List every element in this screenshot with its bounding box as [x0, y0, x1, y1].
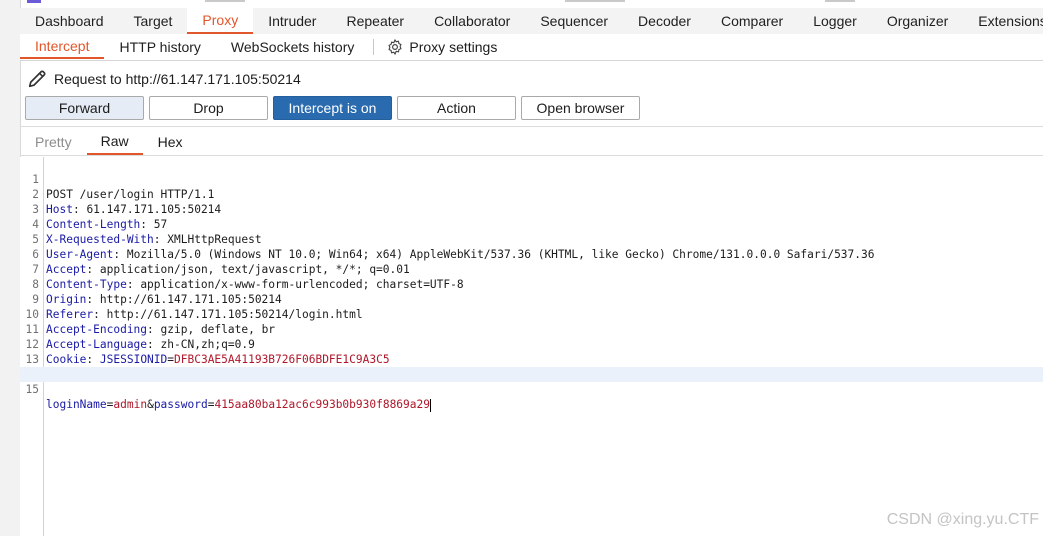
intercept-toggle-button[interactable]: Intercept is on: [273, 96, 392, 120]
param-name: password: [153, 398, 208, 411]
header-line: 11 Accept-Language: zh-CN,zh;q=0.9: [20, 307, 1043, 351]
pencil-icon: [28, 70, 46, 88]
tab-repeater[interactable]: Repeater: [331, 8, 419, 34]
tab-comparer[interactable]: Comparer: [706, 8, 798, 34]
open-browser-button[interactable]: Open browser: [521, 96, 640, 120]
text-caret: [430, 398, 431, 412]
proxy-settings-button[interactable]: Proxy settings: [380, 38, 503, 56]
param-value: admin: [113, 398, 148, 411]
tab-dashboard[interactable]: Dashboard: [20, 8, 119, 34]
request-target: Request to http://61.147.171.105:50214: [54, 71, 301, 87]
tab-sequencer[interactable]: Sequencer: [525, 8, 623, 34]
tab-collaborator[interactable]: Collaborator: [419, 8, 525, 34]
tab-organizer[interactable]: Organizer: [872, 8, 963, 34]
view-tab-pretty[interactable]: Pretty: [20, 131, 87, 155]
subtab-websockets-history[interactable]: WebSockets history: [216, 35, 369, 59]
body-line: 15 loginName=admin&password=415aa80ba12a…: [20, 367, 1043, 412]
param-value: 415aa80ba12ac6c993b0b930f8869a29: [214, 398, 430, 411]
drop-button[interactable]: Drop: [149, 96, 268, 120]
subtab-intercept[interactable]: Intercept: [20, 35, 105, 59]
tab-decoder[interactable]: Decoder: [623, 8, 706, 34]
tab-target[interactable]: Target: [119, 8, 188, 34]
tab-logger[interactable]: Logger: [798, 8, 872, 34]
view-tab-hex[interactable]: Hex: [143, 131, 198, 155]
forward-button[interactable]: Forward: [25, 96, 144, 120]
header-line: 13 Connection: close: [20, 337, 1043, 381]
header-line: 4 X-Requested-With: XMLHttpRequest: [20, 202, 1043, 246]
line-number: 15: [25, 383, 39, 396]
proxy-sub-tab-bar: Intercept HTTP history WebSockets histor…: [20, 34, 1043, 61]
header-line: 3 Content-Length: 57: [20, 187, 1043, 231]
view-tabs-divider: [20, 155, 1043, 156]
blank-line: 14: [20, 352, 1043, 381]
app-icon: [27, 0, 41, 3]
cropped-top-strip: [45, 0, 1043, 3]
header-line: 12 Cookie: JSESSIONID=DFBC3AE5A41193B726…: [20, 322, 1043, 366]
header-line: 8 Origin: http://61.147.171.105:50214: [20, 262, 1043, 306]
header-line: 7 Content-Type: application/x-www-form-u…: [20, 247, 1043, 291]
toolbar-divider: [20, 126, 1043, 127]
message-view-tabs: Pretty Raw Hex: [20, 131, 198, 155]
header-line: 6 Accept: application/json, text/javascr…: [20, 232, 1043, 276]
request-line: 1 POST /user/login HTTP/1.1: [20, 157, 1043, 201]
tab-proxy[interactable]: Proxy: [187, 8, 254, 34]
header-line: 2 Host: 61.147.171.105:50214: [20, 172, 1043, 216]
subtab-divider: [373, 39, 375, 55]
watermark: CSDN @xing.yu.CTF: [886, 511, 1039, 528]
subtab-http-history[interactable]: HTTP history: [104, 35, 215, 59]
header-line: 9 Referer: http://61.147.171.105:50214/l…: [20, 277, 1043, 321]
main-tab-bar: Dashboard Target Proxy Intruder Repeater…: [20, 8, 1043, 35]
header-line: 10 Accept-Encoding: gzip, deflate, br: [20, 292, 1043, 336]
view-tab-raw[interactable]: Raw: [86, 131, 143, 155]
left-window-strip: [0, 0, 21, 536]
param-name: loginName: [46, 398, 107, 411]
gear-icon: [388, 39, 402, 55]
request-editor[interactable]: 1 POST /user/login HTTP/1.1 2 Host: 61.1…: [20, 157, 1043, 536]
tab-intruder[interactable]: Intruder: [253, 8, 331, 34]
header-line: 5 User-Agent: Mozilla/5.0 (Windows NT 10…: [20, 217, 1043, 261]
request-header-line: Request to http://61.147.171.105:50214: [26, 68, 301, 90]
action-button[interactable]: Action: [397, 96, 516, 120]
proxy-settings-label: Proxy settings: [409, 39, 498, 55]
line-text: loginName=admin&password=415aa80ba12ac6c…: [46, 398, 431, 412]
tab-extensions[interactable]: Extensions: [963, 8, 1043, 34]
